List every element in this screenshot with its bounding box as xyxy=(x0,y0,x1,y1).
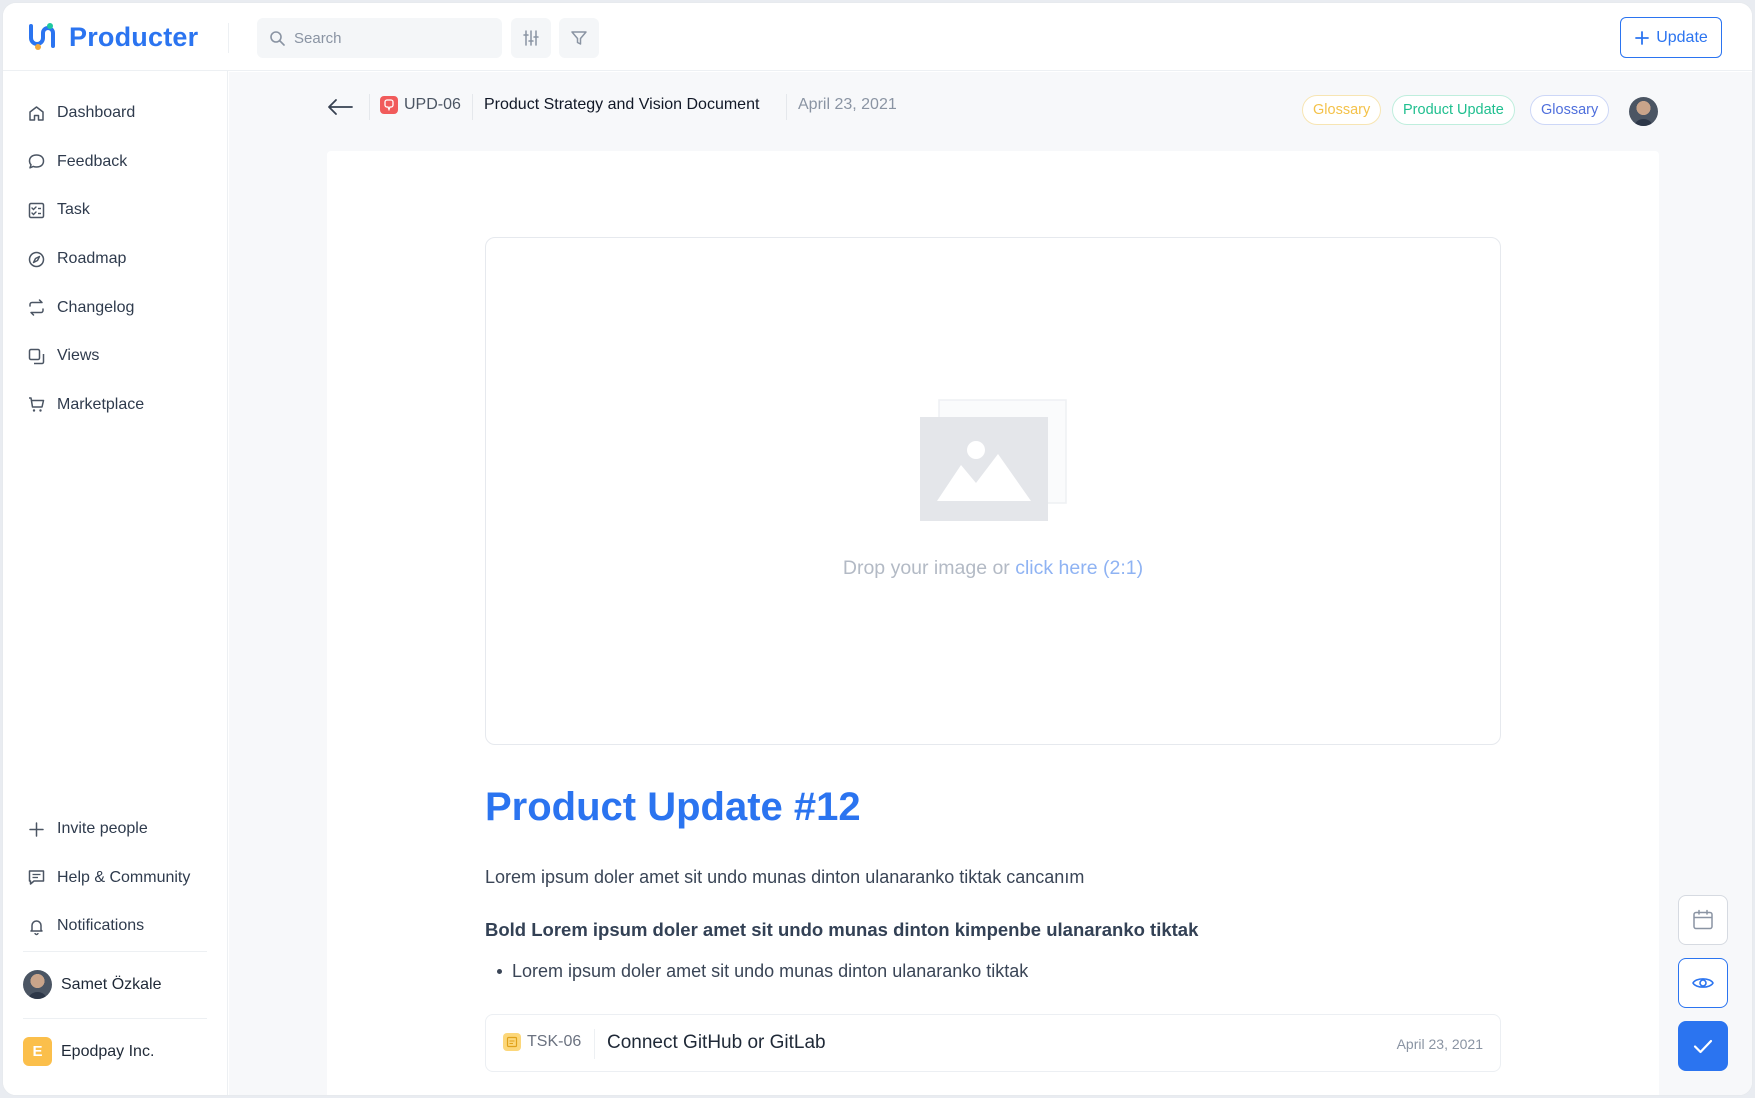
sidebar-item-label: Task xyxy=(57,201,90,219)
tag-product-update[interactable]: Product Update xyxy=(1392,95,1515,125)
sidebar-item-label: Invite people xyxy=(57,820,148,838)
copy-icon xyxy=(28,348,45,365)
calendar-button[interactable] xyxy=(1678,895,1728,945)
app-logo[interactable]: Producter xyxy=(25,19,198,55)
bold-paragraph: Bold Lorem ipsum doler amet sit undo mun… xyxy=(485,919,1199,940)
sidebar-item-label: Feedback xyxy=(57,152,128,170)
organization-switcher[interactable]: E Epodpay Inc. xyxy=(3,1019,227,1085)
preview-button[interactable] xyxy=(1678,958,1728,1008)
document-id-label: UPD-06 xyxy=(404,96,461,113)
header-divider xyxy=(786,94,787,120)
sidebar-item-changelog[interactable]: Changelog xyxy=(3,283,227,332)
cart-icon xyxy=(29,397,45,413)
document-header: UPD-06 Product Strategy and Vision Docum… xyxy=(229,72,1752,142)
sidebar-item-task[interactable]: Task xyxy=(3,186,227,235)
header-divider xyxy=(369,94,370,120)
main-content: UPD-06 Product Strategy and Vision Docum… xyxy=(229,72,1752,1095)
org-badge: E xyxy=(23,1037,52,1067)
bullet-dot xyxy=(497,969,502,974)
home-icon xyxy=(29,106,44,121)
header-divider xyxy=(472,94,473,120)
sidebar-item-feedback[interactable]: Feedback xyxy=(3,138,227,187)
document-editor: Drop your image or click here (2:1) Prod… xyxy=(327,151,1659,1095)
topbar-divider xyxy=(228,23,229,53)
sliders-icon xyxy=(523,30,539,46)
sidebar-item-label: Notifications xyxy=(57,917,145,935)
adjust-button[interactable] xyxy=(511,18,551,58)
user-name: Samet Özkale xyxy=(61,975,162,993)
eye-icon xyxy=(1692,978,1714,988)
sidebar-item-views[interactable]: Views xyxy=(3,332,227,381)
search-icon xyxy=(270,31,285,46)
task-id: TSK-06 xyxy=(503,1033,581,1051)
list-item: Lorem ipsum doler amet sit undo munas di… xyxy=(497,961,1028,982)
refresh-icon xyxy=(29,299,44,316)
sidebar-item-roadmap[interactable]: Roadmap xyxy=(3,235,227,284)
filter-button[interactable] xyxy=(559,18,599,58)
task-date: April 23, 2021 xyxy=(1396,1036,1483,1052)
sidebar-item-label: Views xyxy=(57,347,100,365)
sidebar-item-dashboard[interactable]: Dashboard xyxy=(3,89,227,138)
back-arrow-icon[interactable] xyxy=(326,96,354,118)
plus-icon xyxy=(29,822,44,837)
task-divider xyxy=(594,1029,595,1059)
task-type-icon xyxy=(503,1033,521,1051)
search-box[interactable] xyxy=(257,18,502,58)
filter-icon xyxy=(571,31,587,45)
check-icon xyxy=(1693,1039,1713,1054)
tag-glossary[interactable]: Glossary xyxy=(1302,95,1382,125)
user-profile[interactable]: Samet Özkale xyxy=(3,952,227,1018)
tag-glossary-secondary[interactable]: Glossary xyxy=(1530,95,1610,125)
avatar xyxy=(23,970,52,1000)
sidebar-bottom: Invite people Help & Community Notificat… xyxy=(3,805,227,1085)
org-name: Epodpay Inc. xyxy=(61,1042,155,1060)
sidebar-item-label: Changelog xyxy=(57,298,135,316)
sidebar-item-label: Dashboard xyxy=(57,104,136,122)
body-paragraph: Lorem ipsum doler amet sit undo munas di… xyxy=(485,867,1085,887)
sidebar-item-notifications[interactable]: Notifications xyxy=(3,902,227,951)
dropzone-prompt: Drop your image or xyxy=(842,557,1016,579)
task-id-label: TSK-06 xyxy=(527,1033,582,1050)
search-input[interactable] xyxy=(294,29,484,47)
plus-icon xyxy=(1635,30,1650,45)
dropzone-text: Drop your image or click here (2:1) xyxy=(486,557,1500,580)
sidebar-item-invite-people[interactable]: Invite people xyxy=(3,805,227,854)
update-button[interactable]: Update xyxy=(1620,17,1722,58)
message-icon xyxy=(28,870,45,886)
update-button-label: Update xyxy=(1656,28,1708,46)
sidebar-item-label: Marketplace xyxy=(57,395,145,413)
top-bar: Producter Search Update xyxy=(3,3,1752,71)
app-window: Producter Search Update Dashboard Feedba… xyxy=(2,2,1753,1096)
sidebar-item-label: Help & Community xyxy=(57,868,191,886)
document-headline: Product Update #12 xyxy=(485,785,861,829)
sidebar-item-marketplace[interactable]: Marketplace xyxy=(3,381,227,430)
compass-icon xyxy=(28,251,45,267)
sidebar-item-help-community[interactable]: Help & Community xyxy=(3,854,227,903)
document-date: April 23, 2021 xyxy=(798,96,897,113)
producter-logo-icon xyxy=(29,23,55,50)
task-title: Connect GitHub or GitLab xyxy=(607,1032,826,1053)
image-placeholder-icon xyxy=(920,399,1067,521)
bell-icon xyxy=(30,920,43,936)
checklist-icon xyxy=(28,202,45,219)
document-id[interactable]: UPD-06 xyxy=(380,96,461,114)
app-name: Producter xyxy=(69,21,199,52)
list-item-text: Lorem ipsum doler amet sit undo munas di… xyxy=(512,961,1029,981)
linked-task-card[interactable]: TSK-06 Connect GitHub or GitLab April 23… xyxy=(485,1014,1501,1072)
sidebar-item-label: Roadmap xyxy=(57,250,127,268)
image-dropzone[interactable]: Drop your image or click here (2:1) xyxy=(485,237,1501,745)
dropzone-upload-link[interactable]: click here (2:1) xyxy=(1015,557,1143,579)
sidebar: Dashboard Feedback Task Roadmap Changelo… xyxy=(3,71,228,1095)
chat-bubble-icon xyxy=(28,154,45,169)
publish-button[interactable] xyxy=(1678,1021,1728,1071)
update-type-icon xyxy=(380,96,398,114)
calendar-icon xyxy=(1693,909,1713,930)
sidebar-nav: Dashboard Feedback Task Roadmap Changelo… xyxy=(3,89,227,429)
document-title: Product Strategy and Vision Document xyxy=(484,96,760,113)
assignee-avatar[interactable] xyxy=(1629,97,1658,126)
